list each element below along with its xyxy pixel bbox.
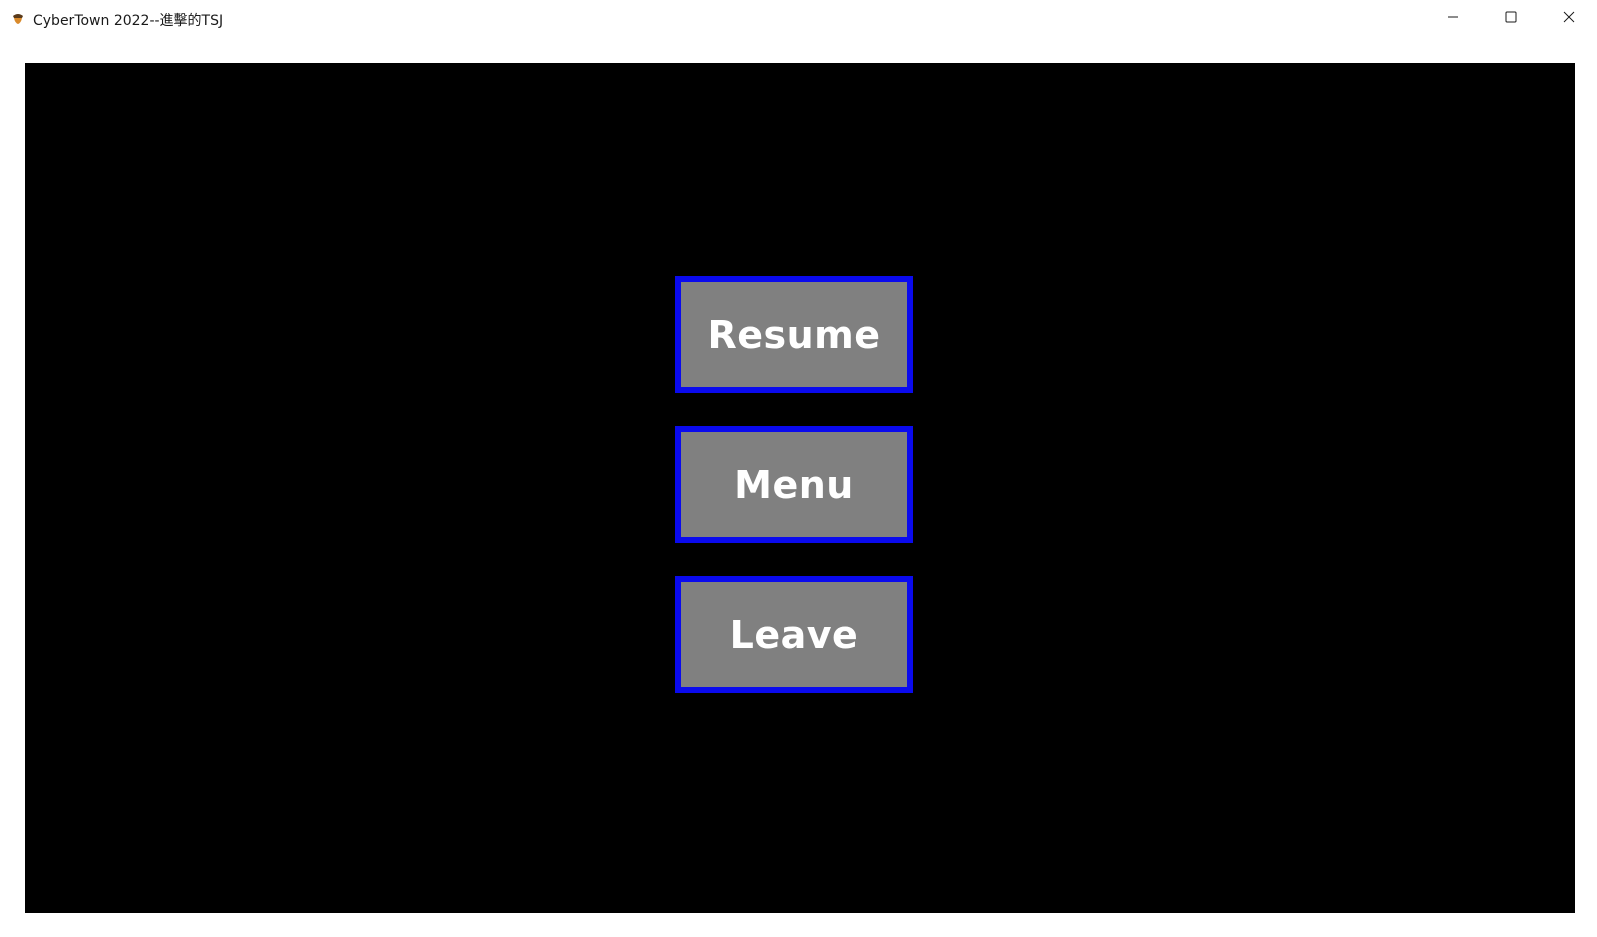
title-bar[interactable]: CyberTown 2022--進擊的TSJ [0, 0, 1597, 38]
app-window: CyberTown 2022--進擊的TSJ Resume Menu Leave [0, 0, 1597, 937]
menu-button[interactable]: Menu [675, 426, 913, 543]
menu-button-label: Menu [734, 462, 854, 507]
acorn-app-icon [12, 12, 24, 25]
close-button[interactable] [1540, 0, 1597, 38]
minimize-button[interactable] [1424, 0, 1482, 38]
resume-button-label: Resume [707, 312, 881, 357]
maximize-button[interactable] [1482, 0, 1540, 38]
game-canvas[interactable]: Resume Menu Leave [25, 63, 1575, 913]
maximize-icon [1505, 10, 1517, 28]
leave-button[interactable]: Leave [675, 576, 913, 693]
minimize-icon [1447, 10, 1459, 28]
window-title: CyberTown 2022--進擊的TSJ [33, 13, 224, 29]
resume-button[interactable]: Resume [675, 276, 913, 393]
close-icon [1563, 10, 1575, 28]
leave-button-label: Leave [729, 612, 859, 657]
